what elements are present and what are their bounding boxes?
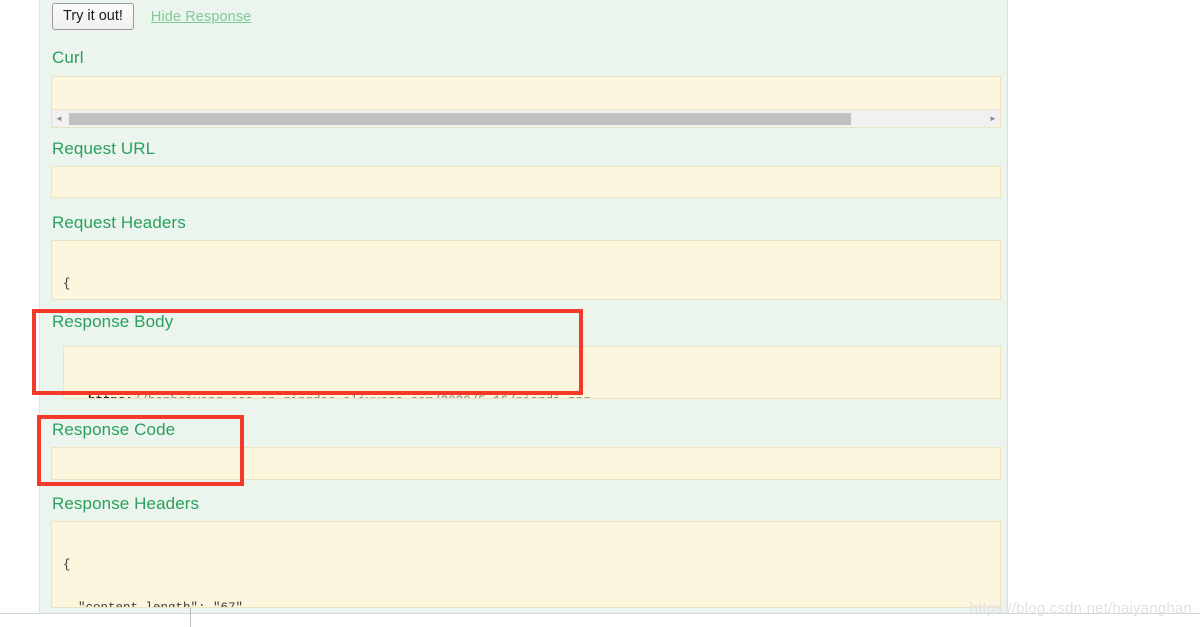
- curl-horizontal-scrollbar[interactable]: ◄ ►: [51, 110, 1001, 128]
- scrollbar-track[interactable]: [66, 111, 986, 127]
- try-it-out-button[interactable]: Try it out!: [52, 3, 134, 30]
- response-body-path: //hanhaiyang.oss-cn-qingdao.aliyuncs.com…: [133, 394, 591, 398]
- response-headers-line: {: [63, 558, 71, 572]
- response-headers-line: "content-length": "67",: [63, 600, 251, 608]
- response-headers-box[interactable]: { "content-length": "67", "content-type"…: [51, 521, 1001, 608]
- bottom-divider: [190, 608, 191, 627]
- scroll-left-arrow-icon[interactable]: ◄: [52, 111, 66, 127]
- request-url-box[interactable]: http://localhost:8080/upload/uploadimg: [51, 166, 1001, 198]
- watermark-text: https://blog.csdn.net/haiyanghan: [969, 600, 1192, 617]
- action-row: Try it out! Hide Response: [52, 3, 251, 30]
- response-code-box[interactable]: 200: [51, 447, 1001, 480]
- response-body-section-title: Response Body: [52, 312, 174, 331]
- response-code-section-title: Response Code: [52, 420, 176, 439]
- screenshot-root: Try it out! Hide Response Curl curl -X P…: [0, 0, 1200, 627]
- curl-section-title: Curl: [52, 48, 84, 67]
- scrollbar-thumb[interactable]: [69, 112, 851, 125]
- request-headers-section-title: Request Headers: [52, 213, 186, 232]
- request-url-section-title: Request URL: [52, 139, 156, 158]
- response-headers-section-title: Response Headers: [52, 494, 200, 513]
- response-body-box[interactable]: https://hanhaiyang.oss-cn-qingdao.aliyun…: [63, 346, 1001, 399]
- request-headers-box[interactable]: { "Accept": "*/*" }: [51, 240, 1001, 300]
- response-body-text: https://hanhaiyang.oss-cn-qingdao.aliyun…: [88, 394, 1000, 398]
- swagger-response-panel: Try it out! Hide Response Curl curl -X P…: [39, 0, 1008, 613]
- scroll-right-arrow-icon[interactable]: ►: [986, 111, 1000, 127]
- curl-command-box[interactable]: curl -X POST --header 'Content-Type: mul…: [51, 76, 1001, 110]
- request-headers-line: {: [63, 277, 71, 291]
- hide-response-link[interactable]: Hide Response: [151, 9, 251, 25]
- response-body-scheme: https:: [88, 394, 133, 398]
